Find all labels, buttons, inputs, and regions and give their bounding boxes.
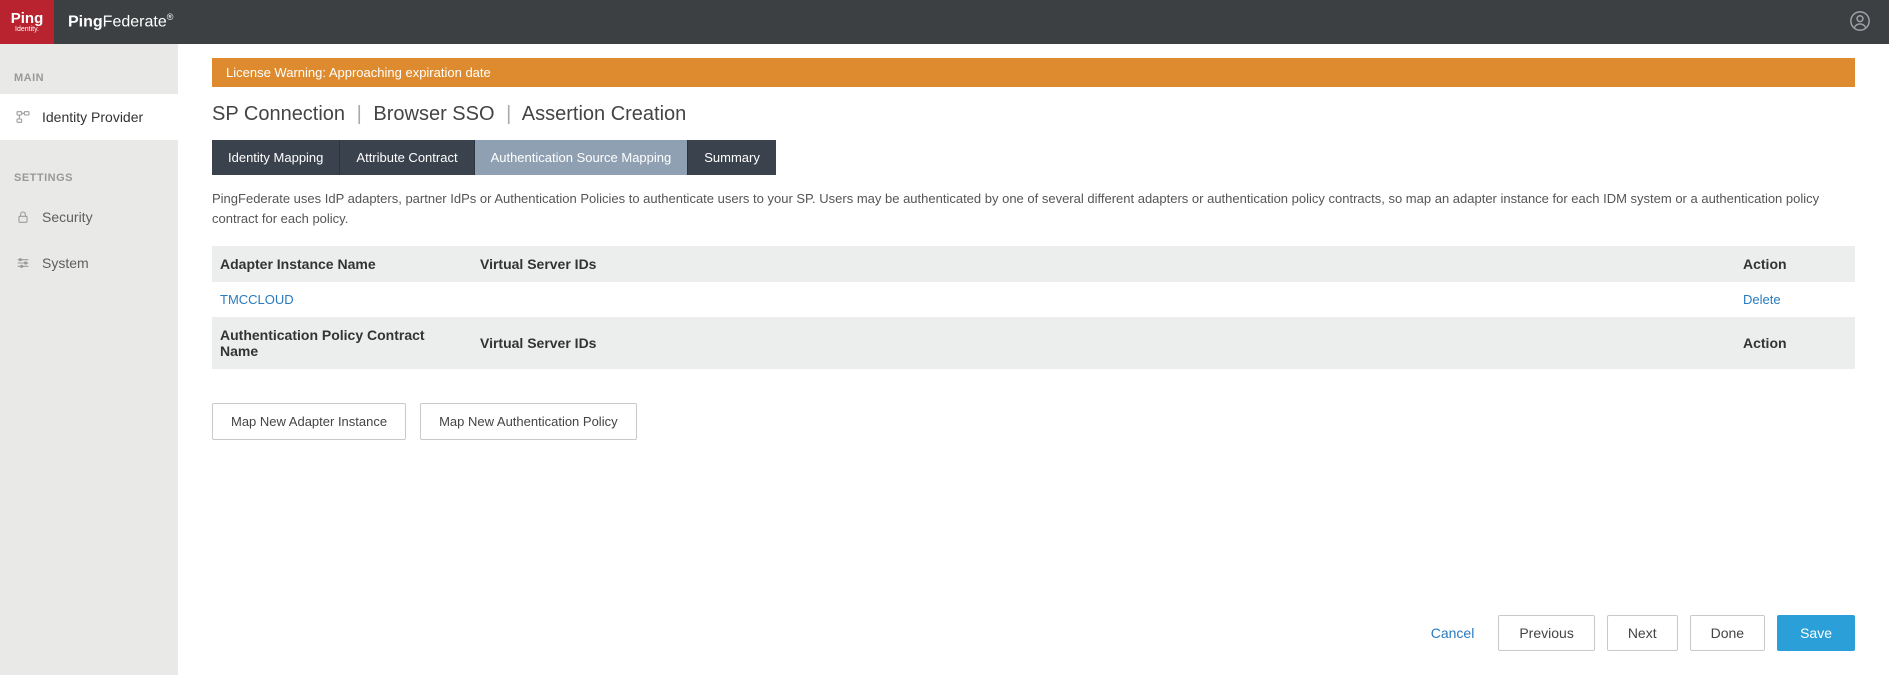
- tab-authentication-source-mapping[interactable]: Authentication Source Mapping: [475, 140, 689, 175]
- main-content: License Warning: Approaching expiration …: [178, 44, 1889, 675]
- sliders-icon: [14, 254, 32, 272]
- tab-identity-mapping[interactable]: Identity Mapping: [212, 140, 340, 175]
- cancel-button[interactable]: Cancel: [1419, 617, 1487, 649]
- done-button[interactable]: Done: [1690, 615, 1765, 651]
- breadcrumb-sp-connection: SP Connection: [212, 103, 345, 125]
- delete-link[interactable]: Delete: [1743, 292, 1781, 307]
- sidebar-item-identity-provider[interactable]: Identity Provider: [0, 94, 178, 140]
- breadcrumb: SP Connection | Browser SSO | Assertion …: [212, 103, 1855, 126]
- breadcrumb-separator: |: [357, 103, 362, 125]
- sidebar-item-label: Security: [42, 209, 93, 225]
- identity-provider-icon: [14, 108, 32, 126]
- user-icon[interactable]: [1849, 10, 1871, 35]
- tabs: Identity Mapping Attribute Contract Auth…: [212, 140, 1855, 175]
- map-new-adapter-button[interactable]: Map New Adapter Instance: [212, 403, 406, 440]
- col-virtual-server-ids: Virtual Server IDs: [472, 246, 1735, 282]
- sidebar-item-label: Identity Provider: [42, 109, 143, 125]
- tab-attribute-contract[interactable]: Attribute Contract: [340, 140, 474, 175]
- lock-icon: [14, 208, 32, 226]
- breadcrumb-browser-sso: Browser SSO: [373, 103, 494, 125]
- map-new-auth-policy-button[interactable]: Map New Authentication Policy: [420, 403, 636, 440]
- col-adapter-name: Adapter Instance Name: [212, 246, 472, 282]
- previous-button[interactable]: Previous: [1498, 615, 1594, 651]
- adapter-table: Adapter Instance Name Virtual Server IDs…: [212, 246, 1855, 369]
- next-button[interactable]: Next: [1607, 615, 1678, 651]
- col-action-2: Action: [1735, 317, 1855, 369]
- logo-ping-text: Ping: [11, 11, 44, 26]
- tab-summary[interactable]: Summary: [688, 140, 776, 175]
- footer-actions: Cancel Previous Next Done Save: [212, 515, 1855, 651]
- col-virtual-server-ids-2: Virtual Server IDs: [472, 317, 1735, 369]
- page-description: PingFederate uses IdP adapters, partner …: [212, 189, 1855, 228]
- ping-logo: Ping Identity.: [0, 0, 54, 44]
- breadcrumb-separator: |: [506, 103, 511, 125]
- breadcrumb-assertion-creation: Assertion Creation: [522, 103, 687, 125]
- topbar: Ping Identity. PingFederate®: [0, 0, 1889, 44]
- button-row: Map New Adapter Instance Map New Authent…: [212, 403, 1855, 440]
- license-warning: License Warning: Approaching expiration …: [212, 58, 1855, 87]
- col-action: Action: [1735, 246, 1855, 282]
- adapter-vsid: [472, 282, 1735, 317]
- sidebar: MAIN Identity Provider SETTINGS Securit: [0, 44, 178, 675]
- sidebar-item-system[interactable]: System: [0, 240, 178, 286]
- adapter-name-link[interactable]: TMCCLOUD: [220, 292, 294, 307]
- registered-mark: ®: [167, 12, 174, 22]
- col-auth-policy-name: Authentication Policy Contract Name: [212, 317, 472, 369]
- brand-title: PingFederate®: [68, 12, 173, 31]
- sidebar-heading-main: MAIN: [0, 62, 178, 94]
- save-button[interactable]: Save: [1777, 615, 1855, 651]
- sidebar-item-label: System: [42, 255, 89, 271]
- table-row: TMCCLOUD Delete: [212, 282, 1855, 317]
- logo-identity-text: Identity.: [15, 26, 39, 33]
- sidebar-item-security[interactable]: Security: [0, 194, 178, 240]
- sidebar-heading-settings: SETTINGS: [0, 162, 178, 194]
